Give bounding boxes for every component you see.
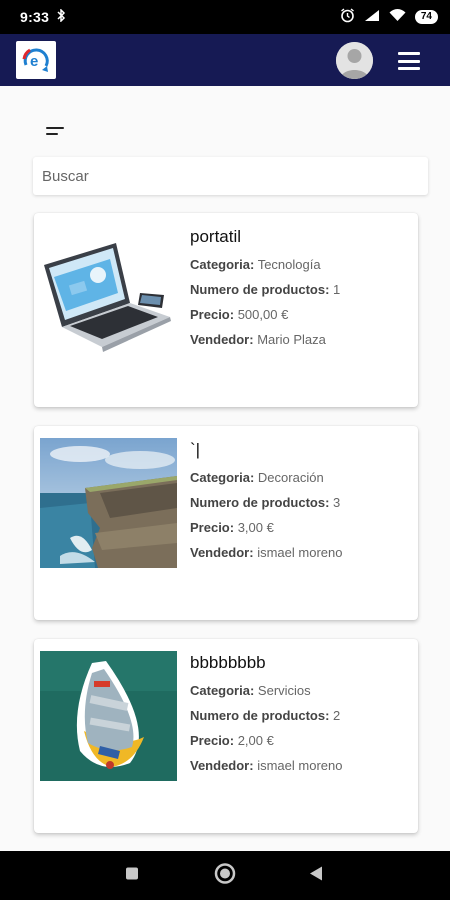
product-seller: Vendedor: Mario Plaza — [190, 332, 326, 347]
product-seller: Vendedor: ismael moreno — [190, 758, 343, 773]
product-title: portatil — [190, 227, 242, 246]
system-nav-bar — [0, 851, 450, 900]
bluetooth-icon — [57, 8, 66, 25]
battery-indicator: 74 — [414, 10, 438, 24]
hamburger-menu-icon[interactable] — [396, 50, 422, 72]
search-box[interactable] — [33, 157, 428, 195]
wifi-icon — [389, 9, 406, 25]
product-title: `| — [190, 440, 201, 459]
product-quantity: Numero de productos: 2 — [190, 708, 341, 723]
svg-text:e: e — [30, 53, 38, 70]
product-info: portatil Categoria: Tecnología Numero de… — [190, 227, 410, 357]
product-image-cliff — [40, 438, 177, 568]
user-avatar-icon[interactable] — [336, 42, 373, 79]
product-price: Precio: 500,00 € — [190, 307, 289, 322]
recents-square-icon[interactable] — [125, 866, 139, 885]
product-category: Categoria: Tecnología — [190, 257, 321, 272]
status-time: 9:33 — [20, 9, 50, 25]
app-bar: e — [0, 34, 450, 86]
product-quantity: Numero de productos: 3 — [190, 495, 341, 510]
status-bar: 9:33 74 — [0, 0, 450, 34]
sort-icon[interactable] — [46, 127, 68, 137]
signal-icon — [364, 9, 380, 25]
status-icons: 74 — [340, 8, 438, 26]
product-card[interactable]: portatil Categoria: Tecnología Numero de… — [34, 213, 418, 407]
search-input[interactable] — [42, 167, 419, 185]
home-circle-icon[interactable] — [214, 862, 236, 889]
product-info: bbbbbbbb Categoria: Servicios Numero de … — [190, 653, 410, 783]
product-price: Precio: 2,00 € — [190, 733, 274, 748]
product-category: Categoria: Servicios — [190, 683, 311, 698]
product-seller: Vendedor: ismael moreno — [190, 545, 343, 560]
product-quantity: Numero de productos: 1 — [190, 282, 341, 297]
product-card[interactable]: bbbbbbbb Categoria: Servicios Numero de … — [34, 639, 418, 833]
product-price: Precio: 3,00 € — [190, 520, 274, 535]
product-title: bbbbbbbb — [190, 653, 266, 672]
product-image-boat — [40, 651, 177, 781]
back-triangle-icon[interactable] — [309, 865, 323, 886]
product-card[interactable]: `| Categoria: Decoración Numero de produ… — [34, 426, 418, 620]
product-info: `| Categoria: Decoración Numero de produ… — [190, 440, 410, 570]
product-category: Categoria: Decoración — [190, 470, 324, 485]
alarm-icon — [340, 8, 355, 26]
product-image-laptop — [40, 225, 177, 355]
app-logo[interactable]: e — [16, 41, 56, 79]
